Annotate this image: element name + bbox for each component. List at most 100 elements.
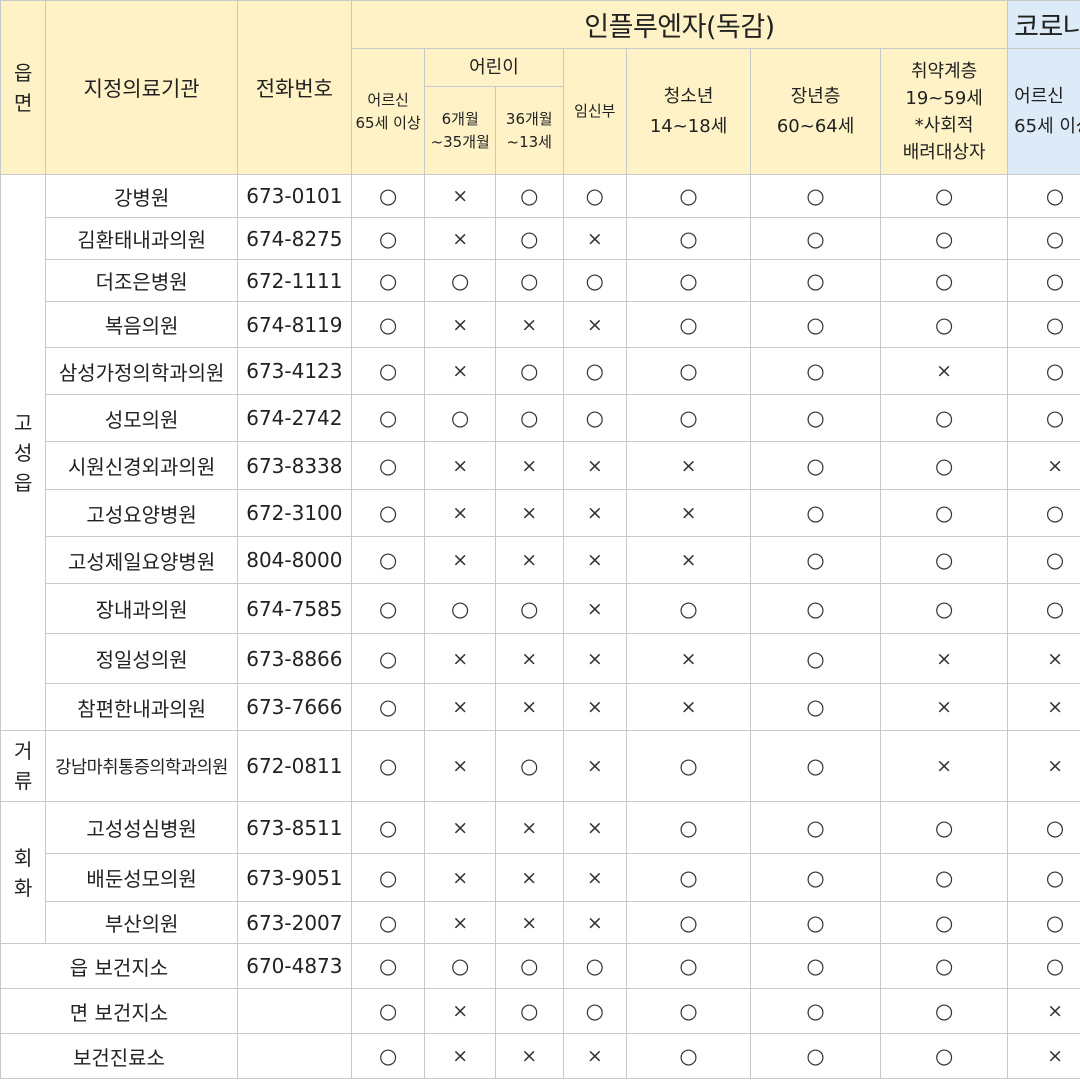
unavailable-mark: × xyxy=(880,730,1009,802)
available-mark: ○ xyxy=(562,394,628,442)
unavailable-mark: × xyxy=(562,730,628,802)
circle-icon: ○ xyxy=(520,999,539,1023)
circle-icon: ○ xyxy=(1045,548,1065,572)
available-mark: ○ xyxy=(750,1033,882,1079)
unavailable-mark: × xyxy=(424,441,496,490)
header-influenza: 인플루엔자(독감) xyxy=(350,0,1009,49)
available-mark: ○ xyxy=(750,683,882,731)
unavailable-mark: × xyxy=(424,853,496,902)
cross-icon: × xyxy=(452,549,469,571)
available-mark: ○ xyxy=(880,1033,1009,1079)
cross-icon: × xyxy=(521,502,538,524)
circle-icon: ○ xyxy=(378,268,398,293)
circle-icon: ○ xyxy=(378,359,398,383)
phone-number: 672-3100 xyxy=(236,489,352,537)
institution-name: 보건진료소 xyxy=(0,1033,238,1079)
unavailable-mark: × xyxy=(424,347,496,395)
available-mark: ○ xyxy=(494,943,564,989)
circle-icon: ○ xyxy=(378,1044,398,1068)
region-cell: 회 화 xyxy=(0,801,47,944)
cross-icon: × xyxy=(521,816,538,839)
header-child-36-13: 36개월 ~13세 xyxy=(494,86,564,175)
table-row: 더조은병원 672-1111 ○ ○ ○ ○ ○ ○ ○ ○ xyxy=(1,259,1080,302)
circle-icon: ○ xyxy=(806,910,825,935)
cross-icon: × xyxy=(586,549,603,571)
circle-icon: ○ xyxy=(378,910,398,935)
available-mark: ○ xyxy=(1007,174,1080,218)
available-mark: ○ xyxy=(350,441,426,490)
circle-icon: ○ xyxy=(934,815,954,840)
unavailable-mark: × xyxy=(562,901,628,944)
cross-icon: × xyxy=(680,549,697,571)
header-child-6-35: 6개월 ~35개월 xyxy=(424,86,496,175)
cross-icon: × xyxy=(680,696,697,718)
table-row: 배둔성모의원 673-9051 ○ × × × ○ ○ ○ ○ xyxy=(1,853,1080,902)
circle-icon: ○ xyxy=(934,501,954,525)
available-mark: ○ xyxy=(494,988,564,1034)
phone-number xyxy=(236,1033,352,1079)
available-mark: ○ xyxy=(750,633,882,684)
available-mark: ○ xyxy=(350,801,426,854)
available-mark: ○ xyxy=(626,259,752,302)
circle-icon: ○ xyxy=(378,226,398,251)
circle-icon: ○ xyxy=(585,954,604,978)
circle-icon: ○ xyxy=(378,406,398,430)
circle-icon: ○ xyxy=(1045,406,1065,430)
available-mark: ○ xyxy=(880,583,1009,634)
cross-icon: × xyxy=(452,911,469,934)
circle-icon: ○ xyxy=(679,1044,698,1068)
unavailable-mark: × xyxy=(424,174,496,218)
circle-icon: ○ xyxy=(378,453,398,478)
circle-icon: ○ xyxy=(585,359,604,383)
phone-number xyxy=(236,988,352,1034)
available-mark: ○ xyxy=(350,217,426,260)
unavailable-mark: × xyxy=(494,1033,564,1079)
available-mark: ○ xyxy=(880,301,1009,348)
header-middle-aged-label: 장년층 60~64세 xyxy=(776,85,855,137)
available-mark: ○ xyxy=(750,583,882,634)
table-row: 김환태내과의원 674-8275 ○ × ○ × ○ ○ ○ ○ xyxy=(1,217,1080,260)
circle-icon: ○ xyxy=(1045,312,1065,337)
available-mark: ○ xyxy=(494,583,564,634)
available-mark: ○ xyxy=(350,730,426,802)
unavailable-mark: × xyxy=(562,489,628,537)
cross-icon: × xyxy=(452,502,469,524)
circle-icon: ○ xyxy=(806,359,825,383)
cross-icon: × xyxy=(521,866,538,889)
cross-icon: × xyxy=(452,185,469,207)
institution-name: 강남마취통증의학과의원 xyxy=(45,730,238,802)
unavailable-mark: × xyxy=(626,489,752,537)
table-row: 성모의원 674-2742 ○ ○ ○ ○ ○ ○ ○ ○ xyxy=(1,394,1080,442)
cross-icon: × xyxy=(586,454,603,477)
cross-icon: × xyxy=(452,696,469,718)
cross-icon: × xyxy=(586,816,603,839)
circle-icon: ○ xyxy=(679,754,698,778)
institution-name: 강병원 xyxy=(45,174,238,218)
cross-icon: × xyxy=(680,454,697,477)
unavailable-mark: × xyxy=(424,633,496,684)
circle-icon: ○ xyxy=(806,453,825,478)
available-mark: ○ xyxy=(350,633,426,684)
header-middle-aged: 장년층 60~64세 xyxy=(750,48,882,175)
table-row: 읍 보건지소 670-4873 ○ ○ ○ ○ ○ ○ ○ ○ xyxy=(0,943,1080,989)
institution-name: 성모의원 xyxy=(45,394,238,442)
cross-icon: × xyxy=(521,911,538,934)
unavailable-mark: × xyxy=(562,441,628,490)
circle-icon: ○ xyxy=(679,406,698,430)
available-mark: ○ xyxy=(350,347,426,395)
available-mark: ○ xyxy=(1007,347,1080,395)
available-mark: ○ xyxy=(880,217,1009,260)
unavailable-mark: × xyxy=(424,901,496,944)
header-covid-elderly-label: 어르신 65세 이상 xyxy=(1014,85,1080,137)
circle-icon: ○ xyxy=(679,865,698,890)
institution-name: 고성성심병원 xyxy=(45,801,238,854)
cross-icon: × xyxy=(586,696,603,718)
cross-icon: × xyxy=(1047,755,1064,777)
unavailable-mark: × xyxy=(880,633,1009,684)
circle-icon: ○ xyxy=(378,184,398,208)
unavailable-mark: × xyxy=(626,441,752,490)
unavailable-mark: × xyxy=(424,1033,496,1079)
circle-icon: ○ xyxy=(1045,954,1065,978)
header-children-label: 어린이 xyxy=(469,56,519,78)
institution-name: 시원신경외과의원 xyxy=(45,441,238,490)
